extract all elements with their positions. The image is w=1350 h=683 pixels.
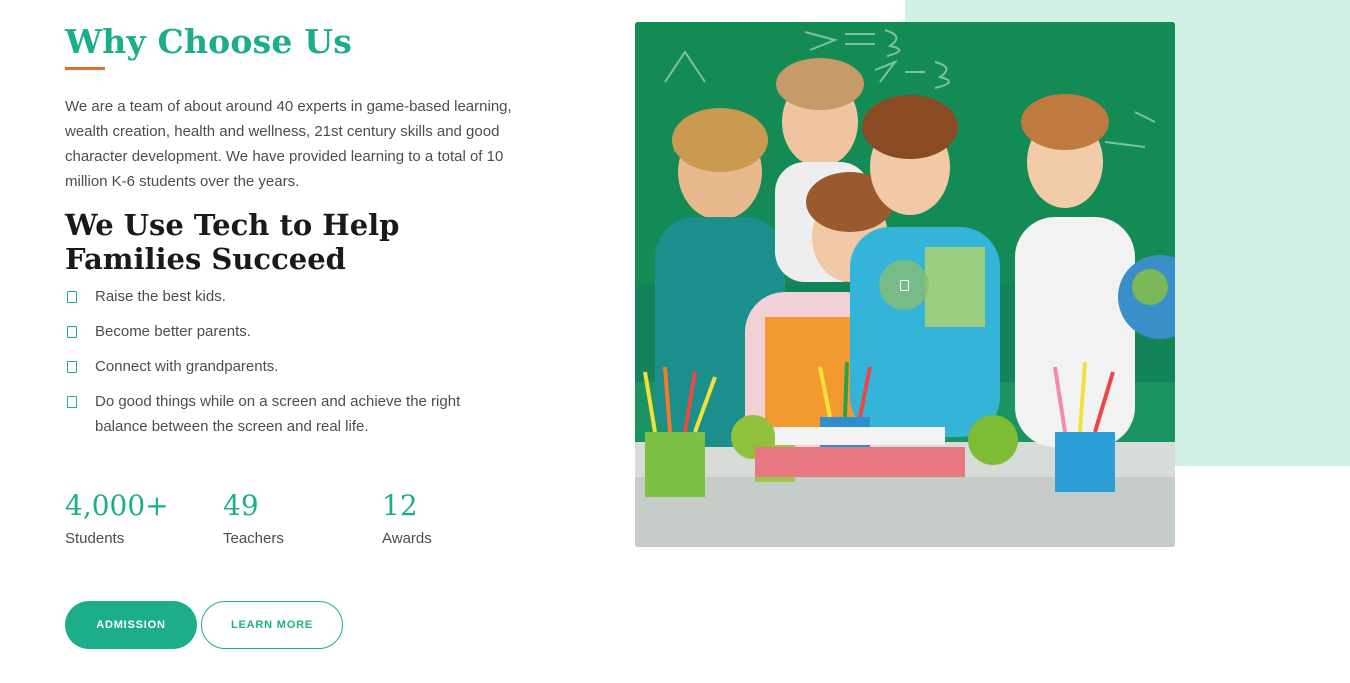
stat-value: 4,000+ (65, 489, 169, 522)
play-icon (899, 279, 909, 291)
stat-value: 12 (382, 489, 418, 522)
video-play-button[interactable] (879, 260, 929, 310)
checkbox-icon (67, 361, 77, 373)
title-underline (65, 67, 105, 70)
feature-text: Become better parents. (95, 323, 251, 340)
section-title: Why Choose Us (65, 22, 353, 61)
feature-item: Connect with grandparents. (65, 354, 515, 379)
stat-value: 49 (223, 489, 259, 522)
section-description: We are a team of about around 40 experts… (65, 98, 512, 190)
stat-students: 4,000+ Students (65, 488, 169, 547)
feature-item: Raise the best kids. (65, 284, 515, 309)
stat-awards: 12 Awards (382, 488, 432, 547)
checkbox-icon (67, 291, 77, 303)
admission-button[interactable]: ADMISSION (65, 601, 197, 649)
feature-text: Connect with grandparents. (95, 358, 279, 375)
stat-label: Students (65, 530, 125, 547)
checkbox-icon (67, 396, 77, 408)
learn-more-button[interactable]: LEARN MORE (201, 601, 343, 649)
feature-item: Do good things while on a screen and ach… (65, 389, 515, 439)
stat-teachers: 49 Teachers (223, 488, 284, 547)
stat-label: Awards (382, 530, 432, 547)
feature-item: Become better parents. (65, 319, 515, 344)
section-subtitle: We Use Tech to Help Families Succeed (65, 208, 400, 276)
stat-label: Teachers (223, 530, 284, 547)
feature-text: Do good things while on a screen and ach… (95, 393, 461, 435)
feature-text: Raise the best kids. (95, 288, 226, 305)
feature-list: Raise the best kids. Become better paren… (65, 284, 515, 449)
checkbox-icon (67, 326, 77, 338)
